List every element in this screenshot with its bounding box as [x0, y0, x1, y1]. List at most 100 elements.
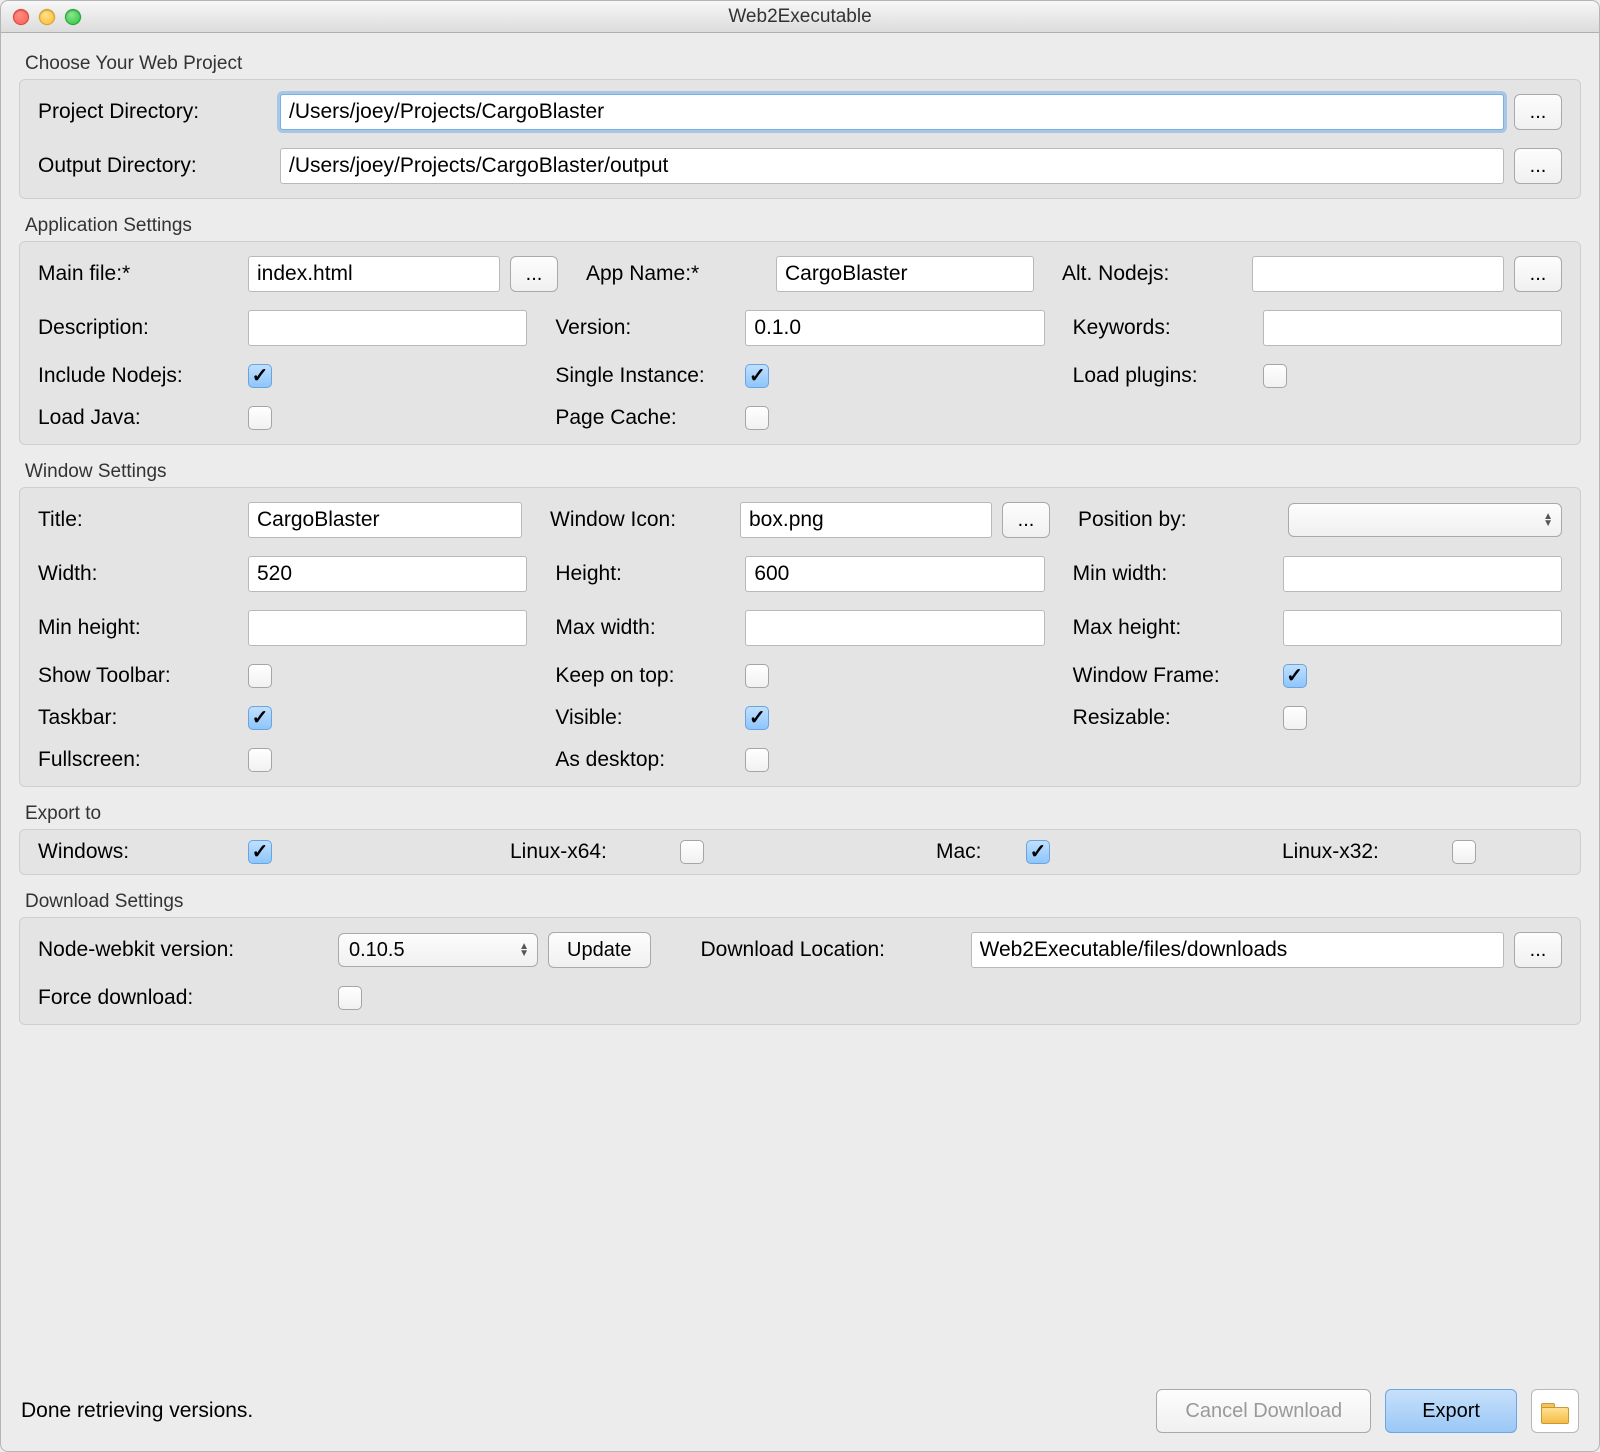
- window-frame-checkbox[interactable]: ✓: [1283, 664, 1307, 688]
- fullscreen-label: Fullscreen:: [38, 748, 238, 772]
- keywords-input[interactable]: [1263, 310, 1562, 346]
- update-button[interactable]: Update: [548, 932, 651, 968]
- main-file-input[interactable]: [248, 256, 500, 292]
- group-window-settings-title: Window Settings: [25, 461, 1581, 483]
- window-icon-input[interactable]: [740, 502, 992, 538]
- alt-nodejs-input[interactable]: [1252, 256, 1504, 292]
- cancel-download-button[interactable]: Cancel Download: [1156, 1389, 1371, 1433]
- app-name-label: App Name:*: [586, 262, 766, 286]
- group-application-settings-title: Application Settings: [25, 215, 1581, 237]
- show-toolbar-label: Show Toolbar:: [38, 664, 238, 688]
- load-plugins-checkbox[interactable]: ✓: [1263, 364, 1287, 388]
- group-window-settings: Window Settings Title: Window Icon: ... …: [19, 461, 1581, 787]
- keep-on-top-checkbox[interactable]: ✓: [745, 664, 769, 688]
- main-file-label: Main file:*: [38, 262, 238, 286]
- window-icon-label: Window Icon:: [550, 508, 730, 532]
- app-name-input[interactable]: [776, 256, 1034, 292]
- window-title: Web2Executable: [728, 6, 871, 28]
- nw-version-value: 0.10.5: [349, 939, 405, 962]
- group-download-settings: Download Settings Node-webkit version: 0…: [19, 891, 1581, 1025]
- fullscreen-checkbox[interactable]: ✓: [248, 748, 272, 772]
- page-cache-checkbox[interactable]: ✓: [745, 406, 769, 430]
- export-windows-label: Windows:: [38, 840, 238, 864]
- keywords-label: Keywords:: [1073, 316, 1253, 340]
- export-linux-x32-checkbox[interactable]: ✓: [1452, 840, 1476, 864]
- export-mac-label: Mac:: [936, 840, 1016, 864]
- min-height-label: Min height:: [38, 616, 238, 640]
- force-download-label: Force download:: [38, 986, 328, 1010]
- zoom-window-button[interactable]: [65, 9, 81, 25]
- download-location-browse-button[interactable]: ...: [1514, 932, 1562, 968]
- status-text: Done retrieving versions.: [21, 1399, 253, 1423]
- title-label: Title:: [38, 508, 238, 532]
- group-project: Choose Your Web Project Project Director…: [19, 53, 1581, 199]
- height-label: Height:: [555, 562, 735, 586]
- export-linux-x64-label: Linux-x64:: [510, 840, 670, 864]
- window-icon-browse-button[interactable]: ...: [1002, 502, 1050, 538]
- updown-arrows-icon: ▲▼: [519, 943, 529, 957]
- window-frame-label: Window Frame:: [1073, 664, 1273, 688]
- export-button[interactable]: Export: [1385, 1389, 1517, 1433]
- max-width-input[interactable]: [745, 610, 1044, 646]
- nw-version-select[interactable]: 0.10.5 ▲▼: [338, 933, 538, 967]
- version-label: Version:: [555, 316, 735, 340]
- load-java-label: Load Java:: [38, 406, 238, 430]
- export-mac-checkbox[interactable]: ✓: [1026, 840, 1050, 864]
- project-directory-label: Project Directory:: [38, 100, 270, 124]
- max-width-label: Max width:: [555, 616, 735, 640]
- project-directory-input[interactable]: [280, 94, 1504, 130]
- as-desktop-checkbox[interactable]: ✓: [745, 748, 769, 772]
- visible-label: Visible:: [555, 706, 735, 730]
- taskbar-label: Taskbar:: [38, 706, 238, 730]
- min-width-input[interactable]: [1283, 556, 1562, 592]
- group-export: Export to Windows: ✓ Linux-x64: ✓ Mac: ✓…: [19, 803, 1581, 875]
- titlebar: Web2Executable: [1, 1, 1599, 33]
- taskbar-checkbox[interactable]: ✓: [248, 706, 272, 730]
- open-folder-button[interactable]: [1531, 1389, 1579, 1433]
- show-toolbar-checkbox[interactable]: ✓: [248, 664, 272, 688]
- height-input[interactable]: [745, 556, 1044, 592]
- group-application-settings: Application Settings Main file:* ... App…: [19, 215, 1581, 445]
- folder-icon: [1541, 1400, 1569, 1422]
- output-directory-input[interactable]: [280, 148, 1504, 184]
- include-nodejs-checkbox[interactable]: ✓: [248, 364, 272, 388]
- download-location-input[interactable]: [971, 932, 1505, 968]
- main-file-browse-button[interactable]: ...: [510, 256, 558, 292]
- description-input[interactable]: [248, 310, 527, 346]
- load-plugins-label: Load plugins:: [1073, 364, 1253, 388]
- close-window-button[interactable]: [13, 9, 29, 25]
- single-instance-label: Single Instance:: [555, 364, 735, 388]
- group-export-title: Export to: [25, 803, 1581, 825]
- include-nodejs-label: Include Nodejs:: [38, 364, 238, 388]
- load-java-checkbox[interactable]: ✓: [248, 406, 272, 430]
- group-project-title: Choose Your Web Project: [25, 53, 1581, 75]
- min-height-input[interactable]: [248, 610, 527, 646]
- max-height-input[interactable]: [1283, 610, 1562, 646]
- resizable-checkbox[interactable]: ✓: [1283, 706, 1307, 730]
- width-label: Width:: [38, 562, 238, 586]
- minimize-window-button[interactable]: [39, 9, 55, 25]
- position-by-label: Position by:: [1078, 508, 1278, 532]
- download-location-label: Download Location:: [701, 938, 961, 962]
- min-width-label: Min width:: [1073, 562, 1273, 586]
- as-desktop-label: As desktop:: [555, 748, 735, 772]
- updown-arrows-icon: ▲▼: [1543, 513, 1553, 527]
- project-directory-browse-button[interactable]: ...: [1514, 94, 1562, 130]
- visible-checkbox[interactable]: ✓: [745, 706, 769, 730]
- nw-version-label: Node-webkit version:: [38, 938, 328, 962]
- force-download-checkbox[interactable]: ✓: [338, 986, 362, 1010]
- position-by-select[interactable]: ▲▼: [1288, 503, 1562, 537]
- description-label: Description:: [38, 316, 238, 340]
- title-input[interactable]: [248, 502, 522, 538]
- export-linux-x64-checkbox[interactable]: ✓: [680, 840, 704, 864]
- single-instance-checkbox[interactable]: ✓: [745, 364, 769, 388]
- version-input[interactable]: [745, 310, 1044, 346]
- output-directory-browse-button[interactable]: ...: [1514, 148, 1562, 184]
- page-cache-label: Page Cache:: [555, 406, 735, 430]
- footer: Done retrieving versions. Cancel Downloa…: [19, 1377, 1581, 1437]
- export-windows-checkbox[interactable]: ✓: [248, 840, 272, 864]
- output-directory-label: Output Directory:: [38, 154, 270, 178]
- alt-nodejs-label: Alt. Nodejs:: [1062, 262, 1242, 286]
- width-input[interactable]: [248, 556, 527, 592]
- alt-nodejs-browse-button[interactable]: ...: [1514, 256, 1562, 292]
